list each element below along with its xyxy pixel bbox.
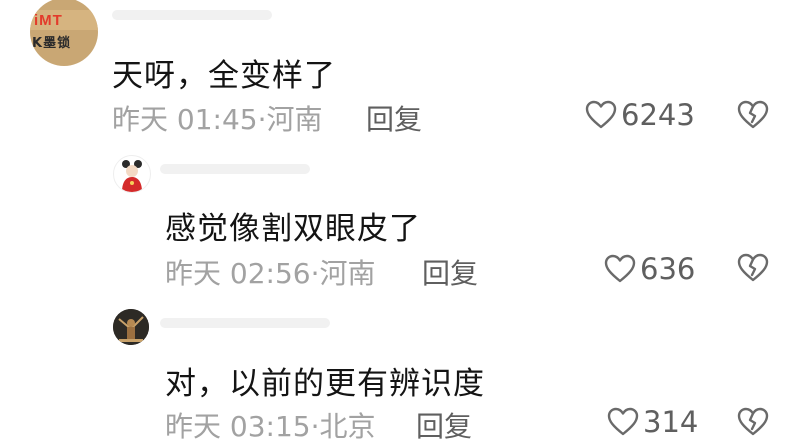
dislike-button[interactable] (737, 253, 769, 287)
dislike-button[interactable] (737, 407, 769, 441)
comment-text: 感觉像割双眼皮了 (165, 211, 421, 247)
like-button[interactable]: 6243 (585, 98, 695, 132)
avatar-illustration (122, 160, 142, 192)
avatar-logo-text: iMT (34, 12, 63, 29)
like-button[interactable]: 636 (604, 252, 695, 286)
broken-heart-outline-icon (737, 407, 769, 436)
comment-item: iMT K墨锁 天呀，全变样了 昨天 01:45·河南 回复 6243 (0, 0, 800, 150)
avatar[interactable] (113, 155, 151, 193)
avatar-illustration (113, 309, 149, 345)
reply-button[interactable]: 回复 (416, 405, 472, 445)
comment-text: 对，以前的更有辨识度 (165, 366, 485, 402)
comment-meta: 昨天 01:45·河南 (112, 103, 323, 136)
avatar[interactable]: iMT K墨锁 (30, 0, 98, 66)
reply-button[interactable]: 回复 (422, 252, 478, 292)
avatar-logo-subtext: K墨锁 (32, 36, 72, 51)
broken-heart-outline-icon (737, 100, 769, 129)
heart-outline-icon (604, 254, 636, 283)
like-button[interactable]: 314 (607, 405, 698, 439)
avatar[interactable] (113, 309, 149, 345)
like-count: 314 (643, 405, 699, 439)
username-placeholder (160, 318, 330, 328)
like-count: 6243 (621, 98, 695, 132)
username-placeholder (160, 164, 310, 174)
comment-meta: 昨天 03:15·北京 (165, 410, 376, 443)
heart-outline-icon (607, 407, 639, 436)
comment-text: 天呀，全变样了 (112, 58, 336, 94)
broken-heart-outline-icon (737, 253, 769, 282)
like-count: 636 (640, 252, 696, 286)
comment-meta: 昨天 02:56·河南 (165, 257, 376, 290)
reply-button[interactable]: 回复 (366, 98, 422, 138)
heart-outline-icon (585, 100, 617, 129)
dislike-button[interactable] (737, 100, 769, 134)
username-placeholder (112, 10, 272, 20)
